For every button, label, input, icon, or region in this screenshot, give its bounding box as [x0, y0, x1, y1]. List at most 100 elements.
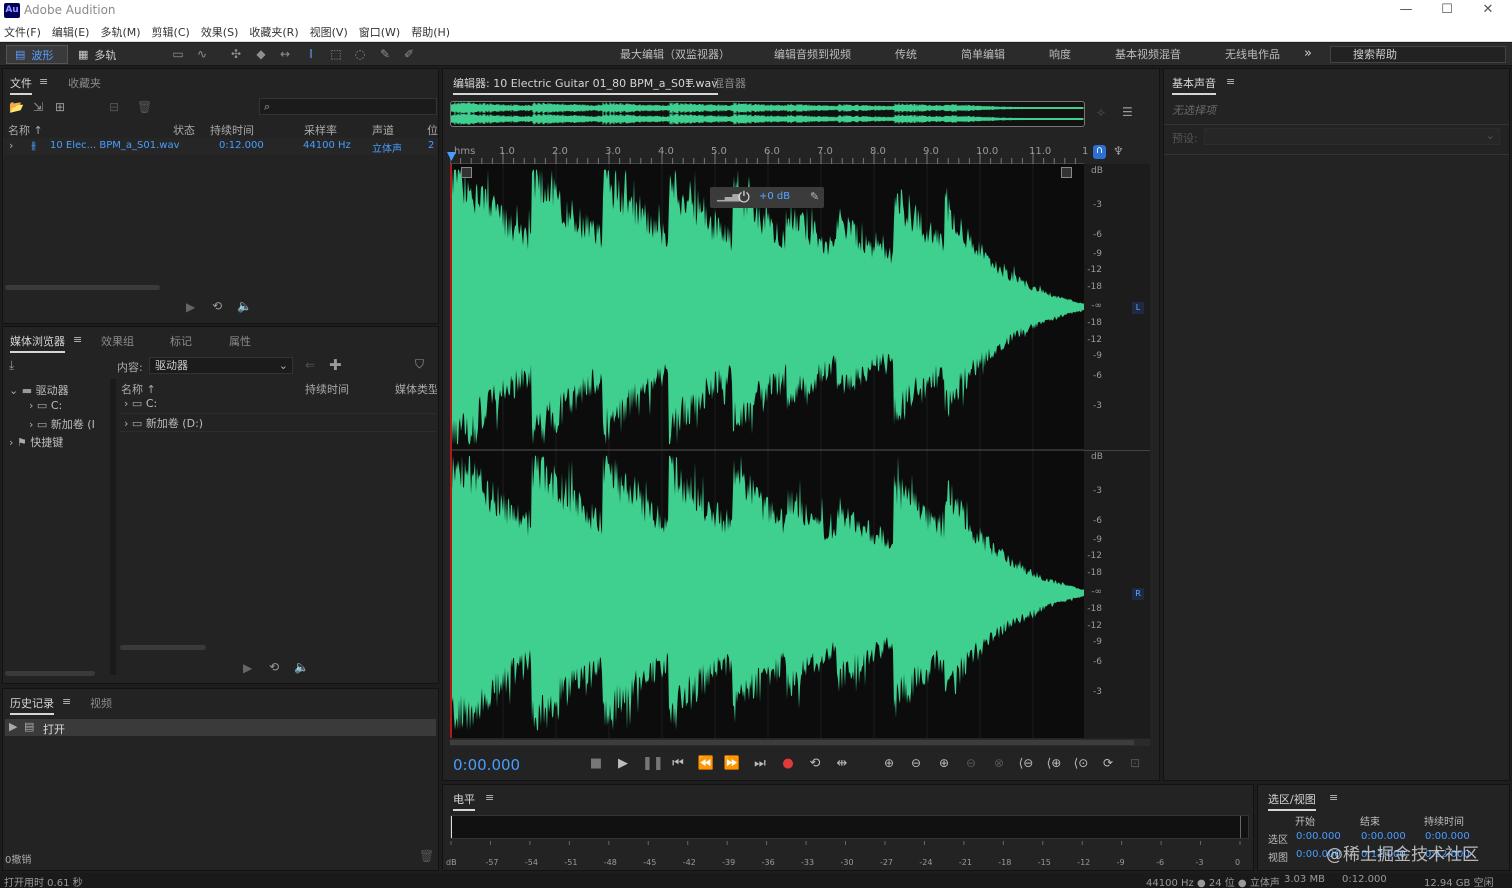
gain-knob-icon[interactable]: ⏻ — [738, 188, 750, 206]
essential-sound-menu-icon[interactable]: ≡ — [1226, 75, 1235, 88]
tree-item-drives[interactable]: ⌄ ▬ 驱动器 — [9, 382, 109, 398]
menu-view[interactable]: 视图(V) — [310, 24, 348, 40]
gain-value[interactable]: +0 dB — [759, 191, 790, 202]
import-file-icon[interactable]: ⇲ — [33, 100, 43, 114]
history-panel-menu-icon[interactable]: ≡ — [62, 695, 71, 708]
trash-icon[interactable]: 🗑 — [419, 849, 434, 863]
tab-properties[interactable]: 属性 — [229, 333, 251, 349]
fade-out-handle[interactable] — [1061, 167, 1072, 178]
loop-preview-icon[interactable]: ⟲ — [212, 299, 222, 313]
selection-view-menu-icon[interactable]: ≡ — [1329, 791, 1338, 804]
move-tool-icon[interactable]: ✣ — [228, 46, 244, 62]
close-button[interactable]: ✕ — [1468, 0, 1508, 22]
tab-mixer[interactable]: 混音器 — [713, 75, 746, 91]
col-rate[interactable]: 采样率 — [304, 122, 337, 138]
menu-window[interactable]: 窗口(W) — [359, 24, 400, 40]
menu-help[interactable]: 帮助(H) — [411, 24, 450, 40]
maximize-button[interactable]: ☐ — [1427, 0, 1467, 22]
files-hscrollbar[interactable] — [5, 285, 160, 290]
brush-tool-icon[interactable]: ✎ — [377, 46, 393, 62]
pin-icon[interactable]: ✎ — [810, 190, 819, 203]
workspace-max-edit[interactable]: 最大编辑（双监视器） — [620, 46, 730, 64]
tab-selection-view[interactable]: 选区/视图 — [1268, 791, 1316, 811]
col-status[interactable]: 状态 — [173, 122, 195, 138]
help-search-input[interactable]: 搜索帮助 — [1330, 46, 1506, 63]
media-hscrollbar[interactable] — [120, 645, 206, 650]
record-button[interactable]: ● — [779, 756, 797, 771]
healing-tool-icon[interactable]: ✐ — [401, 46, 417, 62]
tab-markers[interactable]: 标记 — [170, 333, 192, 349]
play-button[interactable]: ▶ — [614, 756, 632, 771]
menu-multitrack[interactable]: 多轨(M) — [100, 24, 140, 40]
play-preview-icon[interactable]: ▶ — [186, 300, 195, 314]
expand-icon[interactable]: › — [9, 139, 13, 152]
tab-effects-rack[interactable]: 效果组 — [101, 333, 134, 349]
slip-tool-icon[interactable]: ↔ — [277, 46, 293, 62]
files-search-input[interactable]: ⌕ — [259, 98, 437, 115]
levels-panel-menu-icon[interactable]: ≡ — [485, 791, 494, 804]
loop-button[interactable]: ⟲ — [806, 756, 824, 771]
media-col-duration[interactable]: 持续时间 — [305, 381, 349, 397]
menu-effects[interactable]: 效果(S) — [201, 24, 239, 40]
tab-favorites[interactable]: 收藏夹 — [68, 75, 101, 91]
go-to-start-button[interactable]: ⏮ — [669, 756, 687, 771]
pitch-display-icon[interactable]: ∿ — [194, 46, 210, 62]
time-selection-tool-icon[interactable]: I — [303, 46, 319, 62]
tree-hscrollbar[interactable] — [5, 671, 95, 676]
new-file-icon[interactable]: ⊞ — [55, 100, 65, 114]
fast-forward-button[interactable]: ⏩ — [723, 756, 741, 771]
tab-files[interactable]: 文件 — [10, 75, 32, 95]
history-item[interactable]: ▶ ▤ 打开 — [5, 719, 436, 736]
waveform-mode-button[interactable]: ▤ 波形 — [6, 45, 68, 64]
menu-file[interactable]: 文件(F) — [4, 24, 41, 40]
open-file-icon[interactable]: 📂 — [9, 100, 24, 114]
minimize-button[interactable]: — — [1386, 0, 1426, 22]
workspace-video-mix[interactable]: 基本视频混音 — [1115, 46, 1181, 64]
back-icon[interactable]: ⇐ — [305, 358, 315, 372]
tab-media-browser[interactable]: 媒体浏览器 — [10, 333, 65, 353]
media-col-name[interactable]: 名称 ↑ — [121, 381, 156, 397]
file-row[interactable]: › ⫵ 10 Elec... BPM_a_S01.wav 0:12.000 44… — [3, 138, 438, 155]
spectral-display-icon[interactable]: ▭ — [170, 46, 186, 62]
zoom-out-point-icon[interactable]: ⟨⊕ — [1043, 756, 1065, 770]
play-preview-icon[interactable]: ▶ — [243, 661, 252, 675]
zoom-full-icon[interactable]: ⊗ — [988, 756, 1010, 770]
zoom-selection-icon[interactable]: ⟨⊙ — [1070, 756, 1092, 770]
tab-editor[interactable]: 编辑器: 10 Electric Guitar 01_80 BPM_a_S01.… — [453, 75, 718, 95]
insert-icon[interactable]: ⊟ — [109, 100, 119, 114]
media-panel-menu-icon[interactable]: ≡ — [73, 333, 82, 346]
zoom-navigator-icon[interactable]: ✧ — [1096, 106, 1106, 120]
zoom-reset-icon[interactable]: ⟳ — [1097, 756, 1119, 770]
razor-tool-icon[interactable]: ◆ — [253, 46, 269, 62]
content-select[interactable]: 驱动器 ⌄ — [149, 357, 293, 374]
col-name[interactable]: 名称 ↑ — [8, 122, 43, 138]
channel-left-toggle[interactable]: L — [1132, 302, 1144, 314]
fade-in-handle[interactable] — [461, 167, 472, 178]
autoplay-icon[interactable]: 🔈 — [294, 660, 309, 674]
filter-icon[interactable]: ⛉ — [415, 357, 424, 372]
overview-bar[interactable] — [450, 101, 1085, 127]
rewind-button[interactable]: ⏪ — [697, 756, 715, 771]
autoplay-icon[interactable]: 🔈 — [237, 299, 252, 313]
skip-selection-button[interactable]: ⇹ — [833, 756, 851, 771]
waveform-area[interactable] — [450, 164, 1084, 738]
files-panel-menu-icon[interactable]: ≡ — [39, 75, 48, 88]
menu-favorites[interactable]: 收藏夹(R) — [249, 24, 298, 40]
zoom-in-time-icon[interactable]: ⊕ — [933, 756, 955, 770]
workspace-classic[interactable]: 传统 — [895, 46, 917, 64]
zoom-in-point-icon[interactable]: ⟨⊖ — [1015, 756, 1037, 770]
waveform-canvas[interactable] — [450, 164, 1084, 738]
preset-select[interactable]: ⌄ — [1204, 128, 1500, 145]
tab-history[interactable]: 历史记录 — [10, 695, 54, 715]
display-options-icon[interactable]: ☰ — [1122, 105, 1133, 119]
tree-item-c[interactable]: › ▭ C: — [29, 399, 109, 412]
media-col-type[interactable]: 媒体类型 — [395, 381, 437, 397]
go-to-end-button[interactable]: ⏭ — [751, 756, 769, 771]
add-shortcut-icon[interactable]: ✚ — [329, 356, 342, 374]
workspace-simple-edit[interactable]: 简单编辑 — [961, 46, 1005, 64]
workspace-edit-to-video[interactable]: 编辑音频到视频 — [774, 46, 851, 64]
download-icon[interactable]: ⤓ — [9, 358, 14, 373]
media-list-item[interactable]: › ▭ C: — [120, 397, 436, 414]
workspace-overflow-button[interactable]: » — [1304, 46, 1312, 61]
zoom-out-time-icon[interactable]: ⊖ — [960, 756, 982, 770]
